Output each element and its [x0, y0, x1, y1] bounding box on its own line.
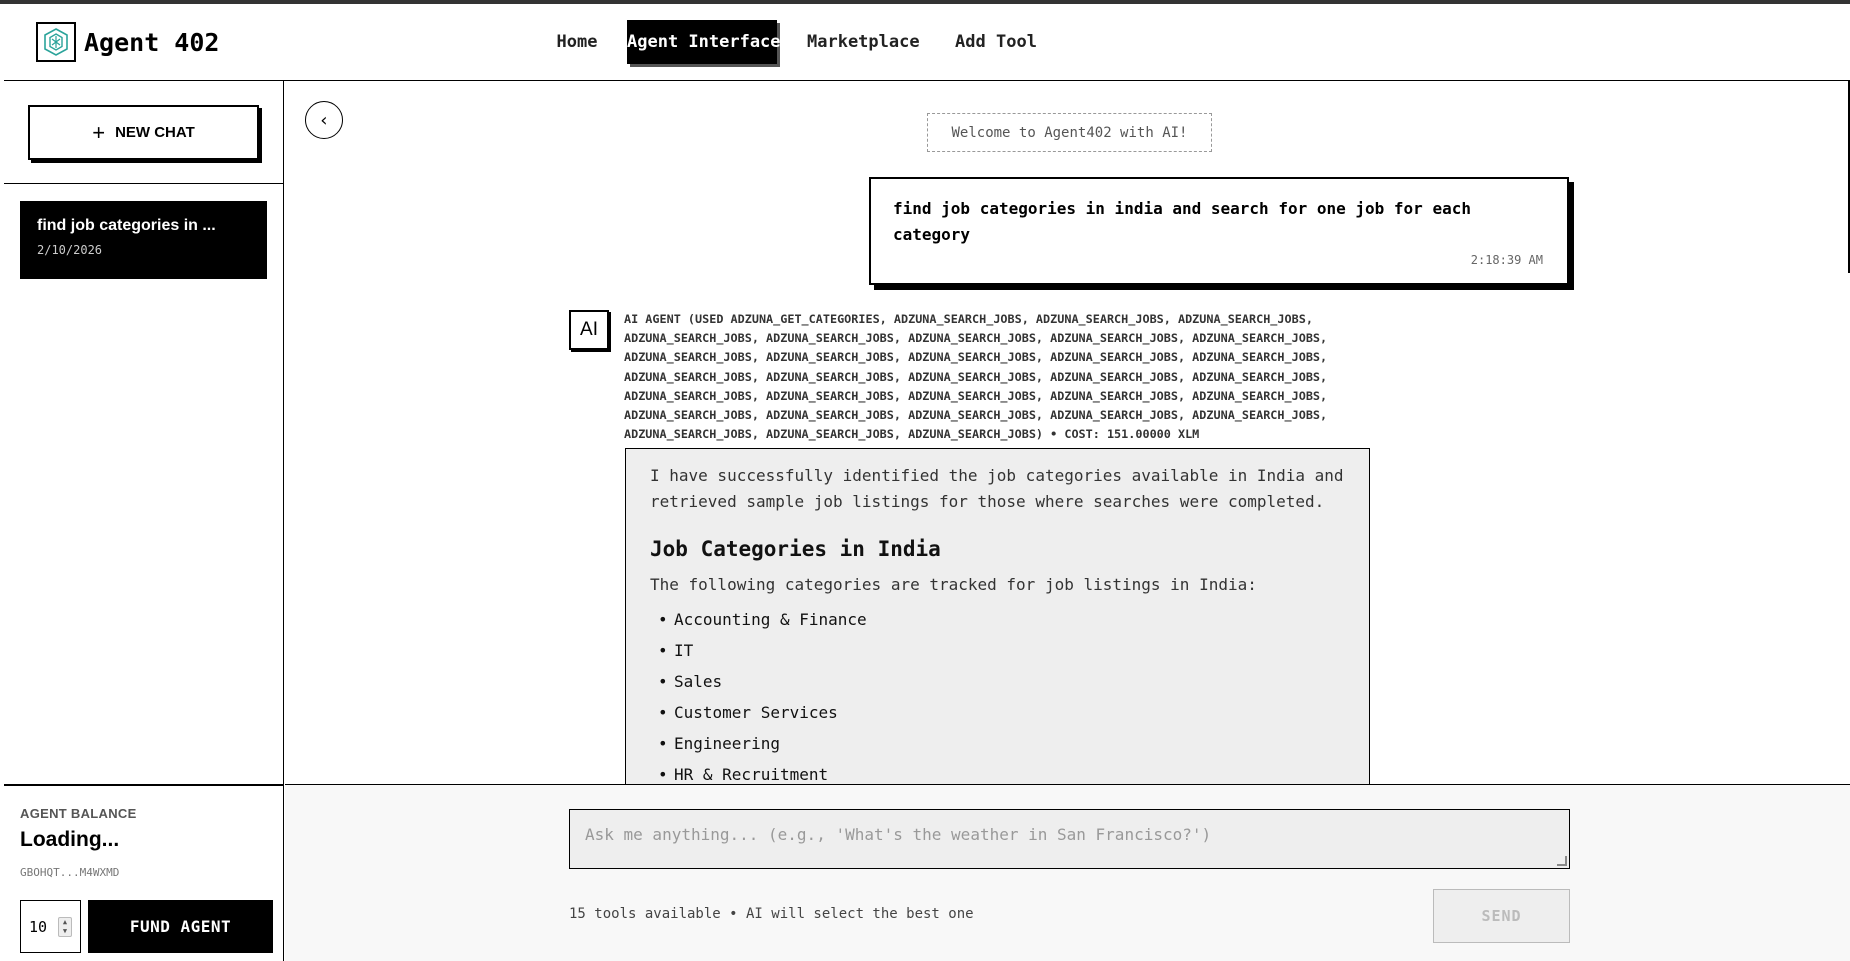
ai-response-heading: Job Categories in India — [650, 537, 941, 561]
list-item: Engineering — [650, 728, 1345, 759]
nav-marketplace[interactable]: Marketplace — [807, 20, 920, 64]
ai-avatar: AI — [569, 310, 609, 350]
user-message: find job categories in india and search … — [869, 177, 1569, 285]
sidebar-divider — [4, 183, 283, 184]
resize-handle-icon[interactable] — [1557, 856, 1567, 866]
list-item: Sales — [650, 666, 1345, 697]
app-title[interactable]: Agent 402 — [84, 28, 219, 57]
nav-add-tool[interactable]: Add Tool — [950, 20, 1042, 64]
tools-available-info: 15 tools available • AI will select the … — [569, 906, 974, 922]
fund-agent-button[interactable]: FUND AGENT — [88, 900, 273, 953]
agent-balance-panel: AGENT BALANCE Loading... GBOHQT...M4WXMD… — [4, 784, 283, 961]
send-button[interactable]: SEND — [1433, 889, 1570, 943]
user-message-text: find job categories in india and search … — [893, 199, 1471, 244]
list-item: HR & Recruitment — [650, 759, 1345, 784]
agent-logo-icon[interactable] — [36, 22, 76, 62]
list-item: Accounting & Finance — [650, 604, 1345, 635]
top-header: Agent 402 Home Agent Interface Marketpla… — [4, 4, 1850, 81]
chat-main: ‹ Welcome to Agent402 with AI! find job … — [285, 81, 1850, 784]
chat-history-item[interactable]: find job categories in ... 2/10/2026 — [20, 201, 267, 279]
ai-response-subtext: The following categories are tracked for… — [650, 575, 1257, 594]
new-chat-button[interactable]: + NEW CHAT — [28, 105, 259, 160]
chat-item-date: 2/10/2026 — [37, 243, 103, 257]
wallet-address: GBOHQT...M4WXMD — [20, 866, 120, 879]
nav-agent-interface[interactable]: Agent Interface — [627, 20, 781, 64]
nav-home[interactable]: Home — [541, 20, 613, 64]
fund-amount-input[interactable]: 10 ▲ ▼ — [20, 900, 81, 953]
fund-amount-value: 10 — [29, 917, 48, 936]
new-chat-label: NEW CHAT — [115, 124, 195, 141]
list-item: IT — [650, 635, 1345, 666]
chat-sidebar: + NEW CHAT find job categories in ... 2/… — [4, 81, 284, 961]
category-list: Accounting & Finance IT Sales Customer S… — [650, 604, 1345, 784]
ai-response-intro: I have successfully identified the job c… — [650, 466, 1344, 511]
chevron-left-icon: ‹ — [318, 109, 330, 131]
ai-response: I have successfully identified the job c… — [625, 448, 1370, 784]
message-input-placeholder: Ask me anything... (e.g., 'What's the we… — [585, 825, 1212, 844]
message-composer: Ask me anything... (e.g., 'What's the we… — [285, 784, 1850, 961]
list-item: Customer Services — [650, 697, 1345, 728]
collapse-sidebar-button[interactable]: ‹ — [305, 101, 343, 139]
chat-item-title: find job categories in ... — [37, 217, 216, 234]
balance-label: AGENT BALANCE — [20, 806, 137, 821]
amount-stepper-icon[interactable]: ▲ ▼ — [58, 917, 72, 937]
message-input[interactable]: Ask me anything... (e.g., 'What's the we… — [569, 809, 1570, 869]
ai-tools-used-meta: AI AGENT (USED ADZUNA_GET_CATEGORIES, AD… — [624, 312, 1328, 442]
balance-value: Loading... — [20, 828, 120, 851]
welcome-banner: Welcome to Agent402 with AI! — [927, 113, 1212, 152]
user-message-time: 2:18:39 AM — [1470, 253, 1543, 267]
plus-icon: + — [92, 119, 106, 145]
